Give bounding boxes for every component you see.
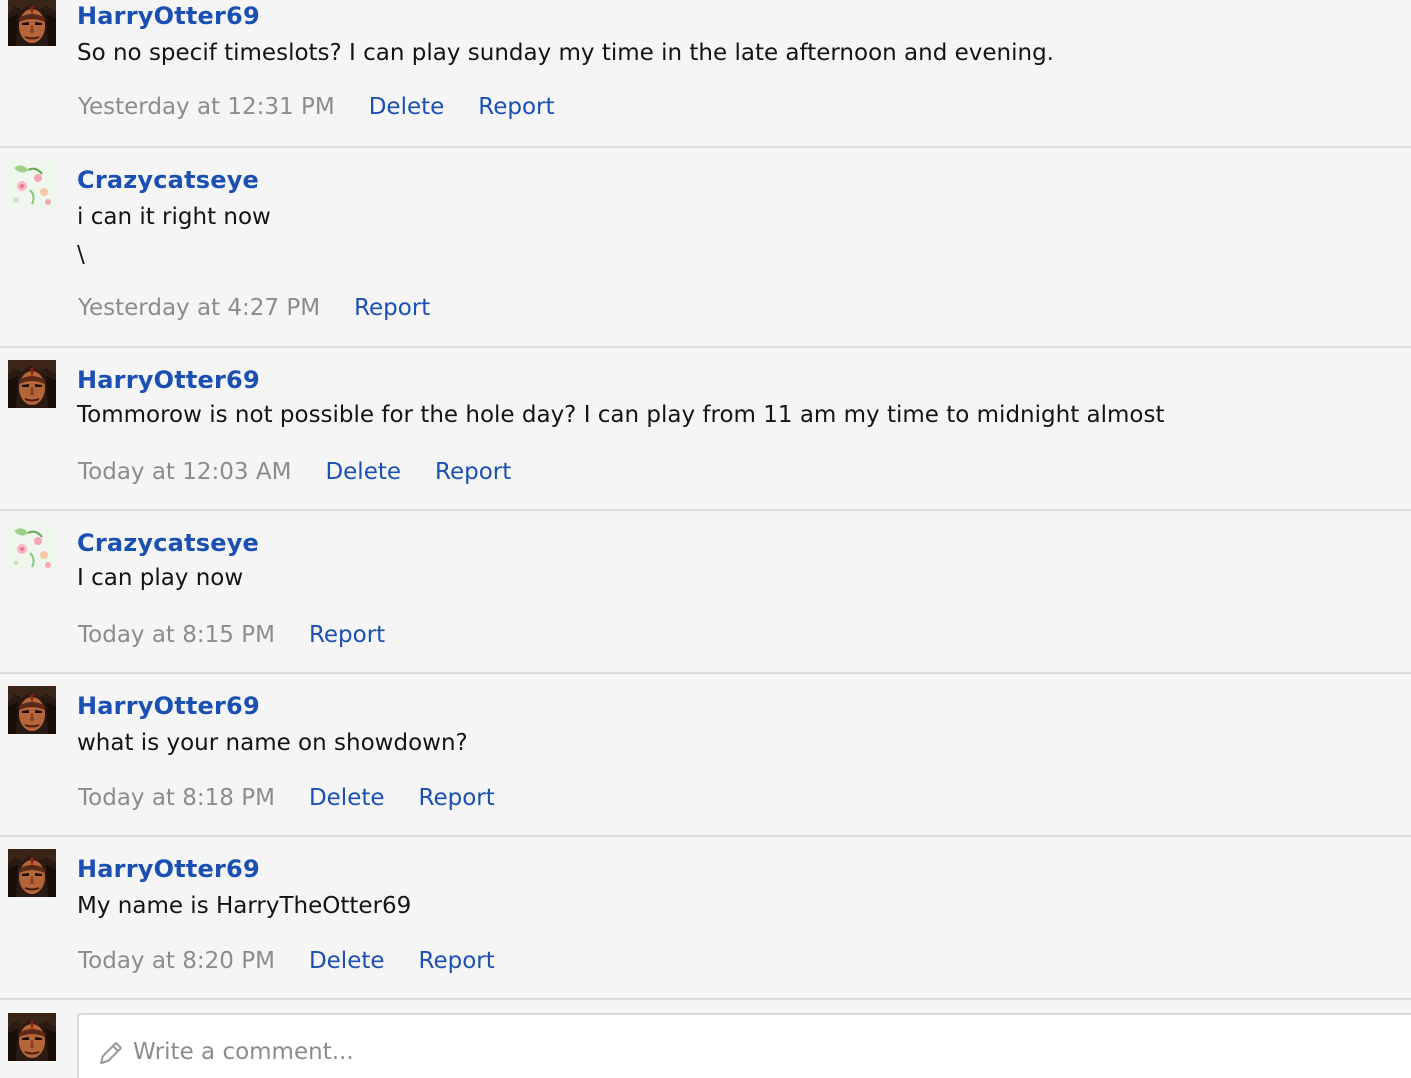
comment-text: Tommorow is not possible for the hole da… <box>77 402 1165 428</box>
comment-input-placeholder: Write a comment... <box>133 1039 354 1065</box>
comment-item: Crazycatseye i can it right now \ Yester… <box>0 148 1411 348</box>
comment-text: i can it right now \ <box>77 204 271 268</box>
comment-item: Crazycatseye I can play now Today at 8:1… <box>0 511 1411 674</box>
avatar[interactable] <box>8 160 56 208</box>
avatar[interactable] <box>8 523 56 571</box>
comment-item: HarryOtter69 So no specif timeslots? I c… <box>0 0 1411 148</box>
comment-timestamp: Today at 8:15 PM <box>78 622 275 648</box>
comment-text: So no specif timeslots? I can play sunda… <box>77 40 1054 66</box>
report-link[interactable]: Report <box>419 785 495 811</box>
comment-text: I can play now <box>77 565 244 591</box>
comment-meta: Yesterday at 12:31 PM Delete Report <box>78 94 589 120</box>
comment-author[interactable]: HarryOtter69 <box>77 2 260 30</box>
delete-link[interactable]: Delete <box>369 94 445 120</box>
comment-timestamp: Today at 12:03 AM <box>78 459 292 485</box>
comment-item: HarryOtter69 Tommorow is not possible fo… <box>0 348 1411 511</box>
avatar[interactable] <box>8 849 56 897</box>
report-link[interactable]: Report <box>435 459 511 485</box>
comment-author[interactable]: HarryOtter69 <box>77 692 260 720</box>
comment-author[interactable]: HarryOtter69 <box>77 855 260 883</box>
avatar[interactable] <box>8 686 56 734</box>
pencil-icon <box>100 1042 122 1064</box>
comment-input[interactable]: Write a comment... <box>77 1013 1411 1078</box>
comment-text: what is your name on showdown? <box>77 730 468 756</box>
comment-meta: Today at 8:20 PM Delete Report <box>78 948 529 974</box>
comment-meta: Yesterday at 4:27 PM Report <box>78 295 464 321</box>
comment-text: My name is HarryTheOtter69 <box>77 893 412 919</box>
delete-link[interactable]: Delete <box>309 785 385 811</box>
comment-timestamp: Yesterday at 4:27 PM <box>78 295 321 321</box>
comment-item: HarryOtter69 My name is HarryTheOtter69 … <box>0 837 1411 1000</box>
comment-meta: Today at 8:15 PM Report <box>78 622 419 648</box>
report-link[interactable]: Report <box>419 948 495 974</box>
comment-timestamp: Today at 8:18 PM <box>78 785 275 811</box>
report-link[interactable]: Report <box>478 94 554 120</box>
comment-meta: Today at 12:03 AM Delete Report <box>78 459 545 485</box>
comment-meta: Today at 8:18 PM Delete Report <box>78 785 529 811</box>
comment-author[interactable]: Crazycatseye <box>77 166 259 194</box>
comment-item: HarryOtter69 what is your name on showdo… <box>0 674 1411 837</box>
delete-link[interactable]: Delete <box>309 948 385 974</box>
report-link[interactable]: Report <box>354 295 430 321</box>
comment-timestamp: Yesterday at 12:31 PM <box>78 94 335 120</box>
current-user-avatar <box>8 1013 56 1061</box>
report-link[interactable]: Report <box>309 622 385 648</box>
avatar[interactable] <box>8 0 56 46</box>
comment-author[interactable]: HarryOtter69 <box>77 366 260 394</box>
comment-timestamp: Today at 8:20 PM <box>78 948 275 974</box>
delete-link[interactable]: Delete <box>325 459 401 485</box>
comment-author[interactable]: Crazycatseye <box>77 529 259 557</box>
avatar[interactable] <box>8 360 56 408</box>
